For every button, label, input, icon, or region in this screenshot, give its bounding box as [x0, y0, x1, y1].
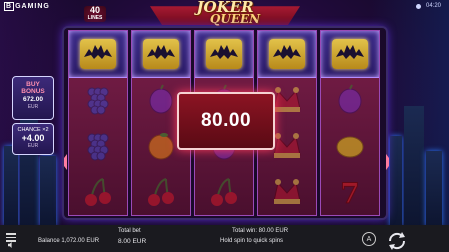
symbol-grape: [69, 123, 127, 169]
total-bet-value[interactable]: 8.00 EUR: [118, 238, 146, 245]
lemon-icon: [336, 136, 364, 158]
bat-wild-icon: [336, 45, 364, 59]
reel-5: 7: [320, 30, 380, 216]
seven-icon: 7: [340, 177, 360, 210]
sound-icon[interactable]: [8, 242, 14, 248]
symbol-bat-wild: [195, 31, 253, 78]
balance-display: Balance 1,072.00 EUR: [38, 238, 99, 244]
total-win-text: Total win: 80.00 EUR: [232, 228, 289, 234]
cherry-icon: [85, 178, 111, 206]
status-dot-icon: [415, 3, 421, 9]
total-bet-label: Total bet: [118, 228, 141, 234]
orange-icon: [148, 133, 174, 160]
grape-icon: [87, 87, 109, 115]
symbol-grape: [69, 77, 127, 123]
building: [404, 106, 424, 226]
win-amount-popup: 80.00: [177, 92, 275, 150]
buy-bonus-title-2: BONUS: [21, 88, 45, 95]
balance-label: Balance: [38, 238, 60, 244]
wild-badge: [269, 39, 305, 69]
jester-hat-icon: [273, 179, 301, 204]
buy-bonus-currency: EUR: [27, 104, 39, 110]
symbol-bat-wild: [69, 31, 127, 78]
brand-name: GAMING: [15, 3, 50, 10]
clock: 04:20: [425, 3, 441, 9]
jester-hat-icon: [273, 87, 301, 112]
hold-spin-hint: Hold spin to quick spins: [220, 238, 284, 244]
game-logo: JOKER QUEEN: [170, 0, 280, 28]
wild-badge: [143, 39, 179, 69]
plum-icon: [338, 84, 362, 114]
lines-count: 40: [89, 5, 100, 15]
bat-wild-icon: [210, 45, 238, 59]
autoplay-label: A: [366, 235, 372, 243]
reel-1: [68, 30, 128, 216]
bat-wild-icon: [273, 45, 301, 59]
balance-value: 1,072.00 EUR: [61, 238, 100, 244]
building: [40, 156, 56, 226]
brand-logo: B GAMING: [4, 2, 50, 11]
symbol-cherry: [195, 169, 253, 215]
jester-hat-icon: [273, 133, 301, 158]
chance-x2-button[interactable]: CHANCE ×2 +4.00 EUR: [12, 123, 54, 155]
cherry-icon: [148, 178, 174, 206]
symbol-seven: 7: [321, 169, 379, 215]
brand-box-letter: B: [4, 2, 15, 11]
lines-badge: 40 LINES: [84, 6, 106, 22]
buy-bonus-price: 672.00: [23, 96, 43, 103]
status-bar: 04:20: [415, 3, 441, 9]
payline-right-marker-icon: [386, 154, 393, 170]
building: [4, 146, 18, 226]
symbol-cherry: [132, 169, 190, 215]
symbol-bat-wild: [132, 31, 190, 78]
building: [390, 136, 402, 226]
cherry-icon: [211, 178, 237, 206]
svg-text:7: 7: [340, 177, 359, 209]
wild-badge: [332, 39, 368, 69]
chance-currency: EUR: [27, 143, 39, 149]
wild-badge: [206, 39, 242, 69]
lines-label: LINES: [87, 15, 103, 21]
symbol-cherry: [69, 169, 127, 215]
menu-icon[interactable]: [6, 231, 16, 242]
symbol-bat-wild: [258, 31, 316, 78]
spin-icon: [388, 232, 406, 250]
autoplay-button[interactable]: A: [362, 232, 376, 246]
grape-icon: [87, 133, 109, 161]
bat-wild-icon: [84, 45, 112, 59]
plum-icon: [149, 84, 173, 114]
wild-badge: [80, 39, 116, 69]
win-amount: 80.00: [200, 110, 252, 131]
game-scene: B GAMING 04:20 40 LINES JOKER QUEEN 7 BUY…: [0, 0, 449, 252]
symbol-jester-hat: [258, 169, 316, 215]
building: [426, 151, 442, 226]
bat-wild-icon: [147, 45, 175, 59]
buy-bonus-title-1: BUY: [26, 81, 40, 88]
payline-left-marker-icon: [60, 154, 67, 170]
symbol-bat-wild: [321, 31, 379, 78]
spin-button[interactable]: [386, 231, 408, 251]
symbol-lemon: [321, 123, 379, 169]
city-right: [386, 96, 449, 226]
buy-bonus-button[interactable]: BUY BONUS 672.00 EUR: [12, 76, 54, 120]
chance-value: +4.00: [21, 133, 45, 143]
symbol-plum: [321, 77, 379, 123]
